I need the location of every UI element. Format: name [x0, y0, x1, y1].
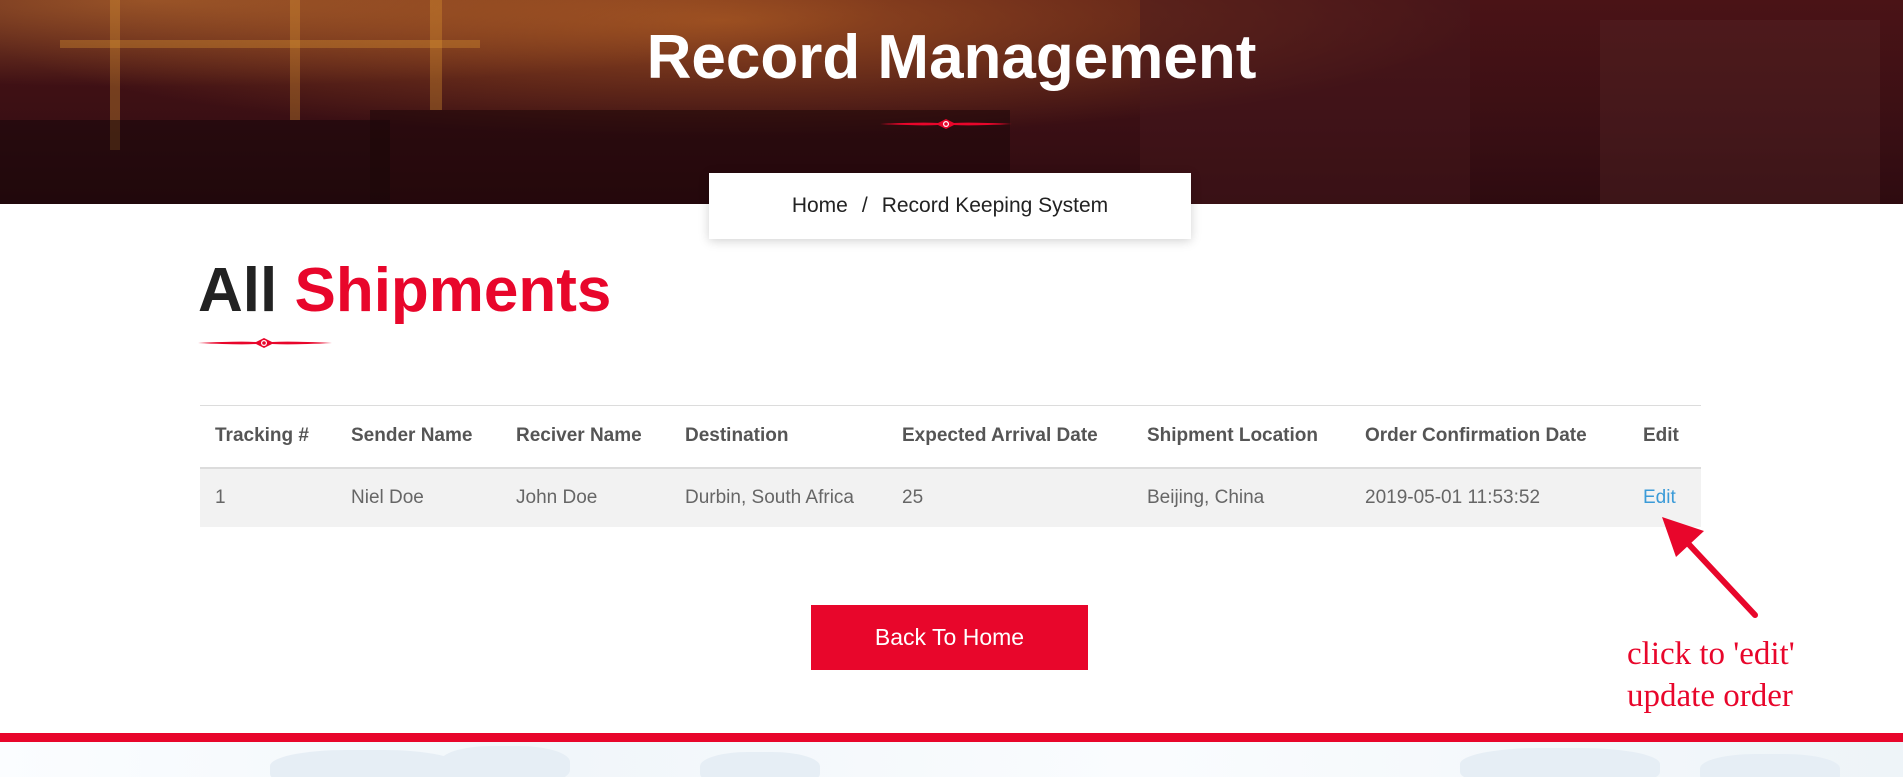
breadcrumb: Home / Record Keeping System	[709, 173, 1191, 239]
column-header: Edit	[1643, 425, 1679, 447]
breadcrumb-current: Record Keeping System	[881, 194, 1109, 217]
annotation-text: click to 'edit' update order	[1627, 633, 1887, 717]
confirmation-date-cell: 2019-05-01 11:53:52	[1365, 486, 1541, 508]
page-title: Record Management	[646, 23, 1257, 92]
breadcrumb-home-link[interactable]: Home	[792, 194, 848, 218]
column-header: Destination	[685, 425, 789, 447]
column-header: Order Confirmation Date	[1365, 425, 1587, 447]
back-to-home-button[interactable]: Back To Home	[811, 605, 1088, 670]
column-header: Shipment Location	[1147, 425, 1318, 447]
page: Record Management Home / Record Keeping …	[0, 0, 1903, 777]
column-header: Expected Arrival Date	[902, 425, 1098, 447]
table-header-row: Tracking # Sender Name Reciver Name Dest…	[200, 405, 1701, 468]
title-divider-icon	[880, 119, 1012, 129]
footer-accent-bar	[0, 733, 1903, 742]
section-title-accent: Shipments	[294, 256, 612, 325]
edit-link[interactable]: Edit	[1643, 487, 1676, 508]
expected-arrival-cell: 25	[902, 486, 924, 508]
sender-cell: Niel Doe	[351, 486, 424, 508]
shipments-table: Tracking # Sender Name Reciver Name Dest…	[200, 405, 1701, 527]
column-header: Tracking #	[215, 425, 309, 447]
annotation-line: update order	[1627, 678, 1793, 714]
column-header: Sender Name	[351, 425, 473, 447]
section-title: All Shipments	[198, 255, 611, 326]
tracking-cell: 1	[215, 486, 226, 508]
annotation-arrow-icon	[1662, 517, 1758, 618]
footer-background	[0, 742, 1903, 777]
destination-cell: Durbin, South Africa	[685, 486, 854, 508]
receiver-cell: John Doe	[516, 486, 598, 508]
breadcrumb-separator: /	[861, 194, 868, 217]
column-header: Reciver Name	[516, 425, 642, 447]
annotation-line: click to 'edit'	[1627, 636, 1795, 672]
section-title-plain: All	[198, 256, 278, 325]
section-divider-icon	[198, 338, 332, 348]
location-cell: Beijing, China	[1147, 486, 1265, 508]
table-row: 1 Niel Doe John Doe Durbin, South Africa…	[200, 467, 1701, 527]
